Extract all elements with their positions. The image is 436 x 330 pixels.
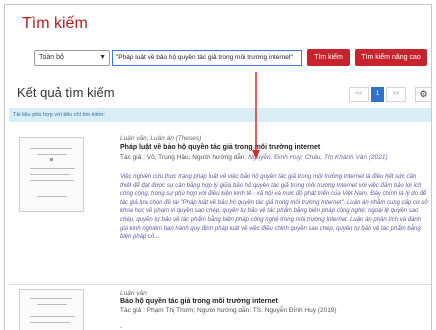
search-input[interactable]: "Pháp luật về bảo hộ quyền tác giả trong… [112, 50, 302, 66]
page-title: Tìm kiếm [22, 15, 88, 32]
result-authors-prefix: Tác giả : Võ, Trung Hậu; Người hướng dẫn… [120, 154, 249, 161]
search-button[interactable]: Tìm kiếm [307, 49, 350, 66]
result-type: Luận văn, Luận án (Theses) [120, 135, 202, 142]
advanced-search-button[interactable]: Tìm kiếm nâng cao [355, 49, 427, 66]
scope-select[interactable]: Toàn bộ ▼ [34, 50, 110, 66]
result-abstract: - [120, 325, 122, 330]
search-page: Tìm kiếm Toàn bộ ▼ "Pháp luật về bảo hộ … [4, 4, 432, 330]
annotation-arrow [252, 72, 260, 159]
document-thumbnail[interactable] [19, 289, 84, 330]
result-authors-advisors: Nguyễn, Đình Huy; Châu, Thị Khánh Vân (2… [248, 154, 388, 161]
result-type: Luận văn [120, 290, 147, 297]
results-title: Kết quả tìm kiếm [17, 85, 115, 100]
result-authors: Tác giả : Phạm Thị Thơm; Người hướng dẫn… [120, 307, 337, 314]
result-title[interactable]: Bảo hộ quyền tác giả trong môi trường in… [120, 298, 278, 305]
pager-next[interactable]: >> [386, 87, 406, 102]
pager-prev[interactable]: << [349, 87, 369, 102]
result-item: Luận văn Bảo hộ quyền tác giả trong môi … [9, 287, 431, 330]
result-item: Luận văn, Luận án (Theses) Pháp luật về … [9, 125, 431, 285]
results-info-bar: Tài liệu phù hợp với tiêu chí tìm kiếm: [9, 108, 431, 122]
result-title[interactable]: Pháp luật về bảo hộ quyền tác giả trong … [120, 144, 320, 151]
scope-select-value: Toàn bộ [39, 54, 64, 61]
gear-icon[interactable]: ⚙ [415, 87, 431, 102]
chevron-down-icon: ▼ [99, 54, 106, 61]
document-thumbnail[interactable] [19, 137, 84, 212]
pager-page-1[interactable]: 1 [371, 87, 384, 102]
result-abstract: Việc nghiên cứu thực trạng pháp luật về … [120, 174, 428, 241]
